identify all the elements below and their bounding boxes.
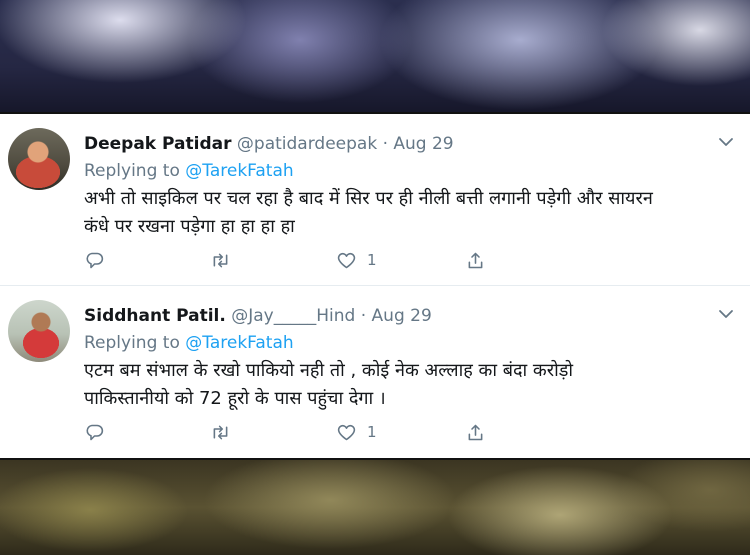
blurred-background-bottom xyxy=(0,460,750,555)
replying-to-mention[interactable]: @TarekFatah xyxy=(185,333,293,353)
tweet-text-line: अभी तो साइकिल पर चल रहा है बाद में सिर प… xyxy=(84,188,653,209)
replying-to-line: Replying to @TarekFatah xyxy=(84,331,294,355)
separator-dot: · xyxy=(360,306,367,326)
like-count: 1 xyxy=(367,251,377,269)
share-icon xyxy=(468,424,483,440)
reply-icon xyxy=(86,252,104,268)
chevron-down-icon[interactable] xyxy=(716,304,736,324)
tweet-actions: 1 xyxy=(84,420,504,444)
author-handle[interactable]: @patidardeepak xyxy=(237,134,377,154)
author-handle[interactable]: @Jay_____Hind xyxy=(231,306,355,326)
tweet-text-line: एटम बम संभाल के रखो पाकियो नही तो , कोई … xyxy=(84,360,574,381)
blurred-background-top xyxy=(0,0,750,112)
tweet-text-line: कंधे पर रखना पड़ेगा हा हा हा हा xyxy=(84,216,295,237)
share-icon xyxy=(468,252,483,268)
replying-to-mention[interactable]: @TarekFatah xyxy=(185,161,293,181)
avatar[interactable] xyxy=(8,300,70,362)
tweet-date[interactable]: Aug 29 xyxy=(372,306,432,326)
author-name[interactable]: Siddhant Patil. xyxy=(84,306,226,326)
like-button[interactable]: 1 xyxy=(336,248,377,272)
tweet[interactable]: Siddhant Patil. @Jay_____Hind · Aug 29 R… xyxy=(0,286,750,458)
share-button[interactable] xyxy=(465,248,486,272)
tweet-text: अभी तो साइकिल पर चल रहा है बाद में सिर प… xyxy=(84,185,684,241)
replying-prefix: Replying to xyxy=(84,333,180,353)
replying-to-line: Replying to @TarekFatah xyxy=(84,159,294,183)
avatar[interactable] xyxy=(8,128,70,190)
tweet-date[interactable]: Aug 29 xyxy=(393,134,453,154)
tweet-replies-panel: Deepak Patidar @patidardeepak · Aug 29 R… xyxy=(0,112,750,460)
tweet-header: Siddhant Patil. @Jay_____Hind · Aug 29 xyxy=(84,304,432,328)
separator-dot: · xyxy=(382,134,388,154)
reply-button[interactable] xyxy=(84,420,105,444)
like-count: 1 xyxy=(367,423,377,441)
replying-prefix: Replying to xyxy=(84,161,180,181)
chevron-down-icon[interactable] xyxy=(716,132,736,152)
like-button[interactable]: 1 xyxy=(336,420,377,444)
heart-icon xyxy=(337,252,356,268)
tweet-text-line: पाकिस्तानीयो को 72 हूरो के पास पहुंचा दे… xyxy=(84,388,386,409)
retweet-button[interactable] xyxy=(210,248,231,272)
author-name[interactable]: Deepak Patidar xyxy=(84,134,232,154)
tweet[interactable]: Deepak Patidar @patidardeepak · Aug 29 R… xyxy=(0,114,750,286)
retweet-icon xyxy=(213,425,228,439)
reply-icon xyxy=(86,424,104,440)
retweet-button[interactable] xyxy=(210,420,231,444)
retweet-icon xyxy=(213,253,228,267)
tweet-text: एटम बम संभाल के रखो पाकियो नही तो , कोई … xyxy=(84,357,684,413)
tweet-header: Deepak Patidar @patidardeepak · Aug 29 xyxy=(84,132,454,156)
tweet-actions: 1 xyxy=(84,248,504,272)
heart-icon xyxy=(337,424,356,440)
reply-button[interactable] xyxy=(84,248,105,272)
share-button[interactable] xyxy=(465,420,486,444)
